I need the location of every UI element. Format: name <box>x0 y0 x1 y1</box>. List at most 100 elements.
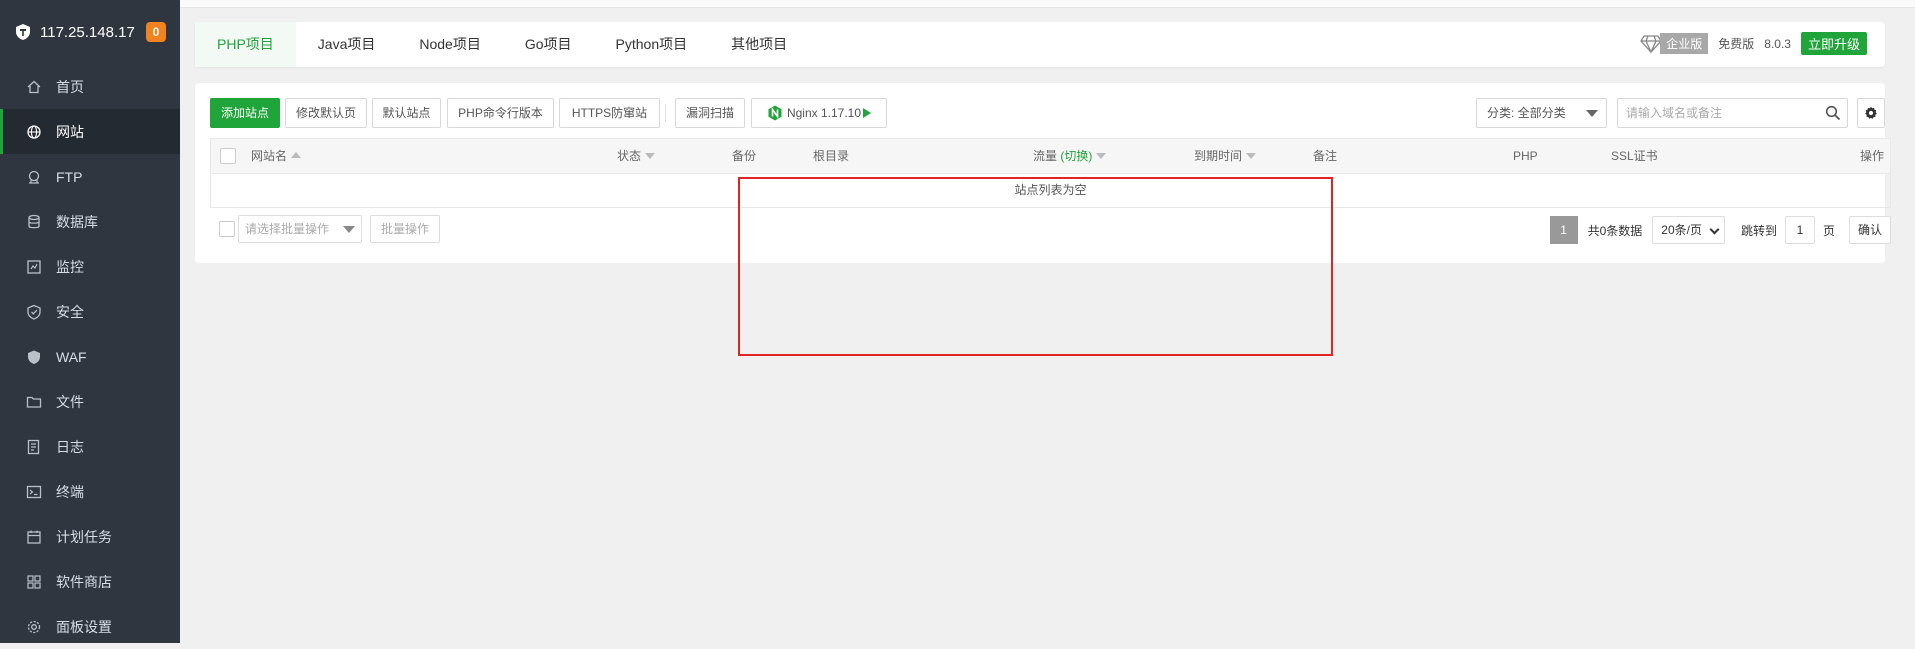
modify-default-page-button[interactable]: 修改默认页 <box>285 98 367 128</box>
footer-select-all-checkbox[interactable] <box>219 221 235 237</box>
nginx-version-label: Nginx 1.17.10 <box>786 106 862 120</box>
gear-icon <box>1865 106 1877 119</box>
column-settings-button[interactable] <box>1857 98 1885 128</box>
column-site-name[interactable]: 网站名 <box>251 139 302 173</box>
sidebar: 117.25.148.17 0 首页 网站 FTP 数据库 监控 安全 WAF … <box>0 0 180 643</box>
column-label: 到期时间 <box>1194 149 1243 163</box>
site-toolbar: 添加站点 修改默认页 默认站点 PHP命令行版本 HTTPS防窜站 漏洞扫描 N… <box>210 98 1885 128</box>
page-unit-label: 页 <box>1822 223 1835 238</box>
category-select[interactable]: 分类: 全部分类 <box>1476 98 1607 128</box>
top-strip <box>180 0 1915 8</box>
column-traffic[interactable]: 流量 (切换) <box>1033 139 1107 173</box>
sidebar-item-waf[interactable]: WAF <box>0 334 180 379</box>
log-icon <box>26 439 42 455</box>
search-input[interactable] <box>1618 99 1818 127</box>
sidebar-item-label: WAF <box>56 348 87 365</box>
sidebar-item-database[interactable]: 数据库 <box>0 199 180 244</box>
project-tabs: PHP项目 Java项目 Node项目 Go项目 Python项目 其他项目 <box>195 22 809 67</box>
sidebar-item-label: 首页 <box>56 78 84 95</box>
tab-python-project[interactable]: Python项目 <box>594 22 710 67</box>
caret-down-icon <box>343 226 355 233</box>
upgrade-button[interactable]: 立即升级 <box>1800 32 1867 55</box>
batch-operation-select[interactable]: 请选择批量操作 <box>238 215 362 243</box>
version-label: 8.0.3 <box>1764 36 1791 51</box>
sort-icon <box>1096 153 1107 159</box>
batch-operation-placeholder: 请选择批量操作 <box>245 222 330 236</box>
calendar-icon <box>26 529 42 545</box>
sidebar-item-cron[interactable]: 计划任务 <box>0 514 180 559</box>
sidebar-item-label: 软件商店 <box>56 573 112 590</box>
add-site-button[interactable]: 添加站点 <box>210 98 280 128</box>
column-remark: 备注 <box>1313 149 1338 163</box>
select-all-checkbox[interactable] <box>220 148 236 164</box>
apps-grid-icon <box>26 574 42 590</box>
sidebar-item-website[interactable]: 网站 <box>0 109 180 154</box>
sidebar-item-logs[interactable]: 日志 <box>0 424 180 469</box>
home-icon <box>26 79 42 95</box>
tab-php-project[interactable]: PHP项目 <box>195 22 296 67</box>
sidebar-item-security[interactable]: 安全 <box>0 289 180 334</box>
sidebar-item-home[interactable]: 首页 <box>0 64 180 109</box>
database-icon <box>26 214 42 230</box>
column-root: 根目录 <box>813 149 850 163</box>
current-page[interactable]: 1 <box>1549 216 1578 244</box>
caret-down-icon <box>1586 110 1598 117</box>
column-actions: 操作 <box>1859 149 1884 163</box>
column-label: 状态 <box>617 149 642 163</box>
shield-check-icon <box>26 304 42 320</box>
sidebar-item-monitor[interactable]: 监控 <box>0 244 180 289</box>
sort-icon <box>645 153 656 159</box>
terminal-icon <box>26 484 42 500</box>
column-ssl: SSL证书 <box>1611 149 1658 163</box>
page-size-value: 20条/页 <box>1661 223 1702 237</box>
page-size-select[interactable]: 20条/页 <box>1652 216 1725 244</box>
server-ip: 117.25.148.17 <box>40 23 135 41</box>
sidebar-item-store[interactable]: 软件商店 <box>0 559 180 604</box>
total-count: 共0条数据 <box>1587 223 1643 238</box>
sidebar-item-terminal[interactable]: 终端 <box>0 469 180 514</box>
free-edition-label: 免费版 <box>1718 37 1755 51</box>
https-antiblock-button[interactable]: HTTPS防窜站 <box>559 98 660 128</box>
jump-label: 跳转到 <box>1740 223 1777 238</box>
tab-other-project[interactable]: 其他项目 <box>709 22 809 67</box>
chevron-down-icon <box>1709 224 1720 235</box>
notification-badge[interactable]: 0 <box>146 22 166 42</box>
sidebar-item-settings[interactable]: 面板设置 <box>0 604 180 649</box>
sidebar-item-ftp[interactable]: FTP <box>0 154 180 199</box>
column-expire[interactable]: 到期时间 <box>1194 139 1257 173</box>
default-site-button[interactable]: 默认站点 <box>372 98 441 128</box>
search-icon[interactable] <box>1825 105 1841 121</box>
sidebar-item-label: 终端 <box>56 483 84 500</box>
sidebar-item-files[interactable]: 文件 <box>0 379 180 424</box>
sidebar-item-label: 数据库 <box>56 213 98 230</box>
category-select-value: 分类: 全部分类 <box>1487 106 1566 120</box>
enterprise-edition[interactable]: 企业版 <box>1640 33 1709 54</box>
nginx-button[interactable]: Nginx 1.17.10 <box>751 98 887 128</box>
tab-go-project[interactable]: Go项目 <box>503 22 594 67</box>
column-backup: 备份 <box>732 149 757 163</box>
column-status[interactable]: 状态 <box>617 139 656 173</box>
tab-node-project[interactable]: Node项目 <box>397 22 502 67</box>
bt-logo-icon <box>16 24 30 40</box>
confirm-jump-button[interactable]: 确认 <box>1848 216 1891 244</box>
gear-icon <box>26 619 42 635</box>
traffic-switch-link[interactable]: (切换) <box>1060 149 1092 163</box>
folder-icon <box>26 394 42 410</box>
sort-asc-icon <box>291 152 302 158</box>
php-cli-version-button[interactable]: PHP命令行版本 <box>447 98 554 128</box>
play-icon <box>863 108 872 118</box>
ftp-icon <box>26 169 42 185</box>
batch-operation-button[interactable]: 批量操作 <box>370 215 440 243</box>
highlight-box <box>738 177 1333 356</box>
edition-info: 企业版 免费版 8.0.3 立即升级 <box>1640 32 1867 55</box>
vuln-scan-button[interactable]: 漏洞扫描 <box>675 98 745 128</box>
sidebar-item-label: 日志 <box>56 438 84 455</box>
diamond-icon <box>1640 34 1663 54</box>
tab-java-project[interactable]: Java项目 <box>296 22 398 67</box>
project-tabs-bar: PHP项目 Java项目 Node项目 Go项目 Python项目 其他项目 企… <box>195 22 1885 67</box>
sidebar-item-label: 文件 <box>56 393 84 410</box>
table-header: 网站名 状态 备份 根目录 流量 (切换) 到期时间 备注 PHP SSL证书 … <box>210 138 1891 174</box>
sidebar-item-label: 计划任务 <box>56 528 112 545</box>
sidebar-item-label: 网站 <box>56 123 84 140</box>
jump-page-input[interactable]: 1 <box>1784 216 1815 244</box>
